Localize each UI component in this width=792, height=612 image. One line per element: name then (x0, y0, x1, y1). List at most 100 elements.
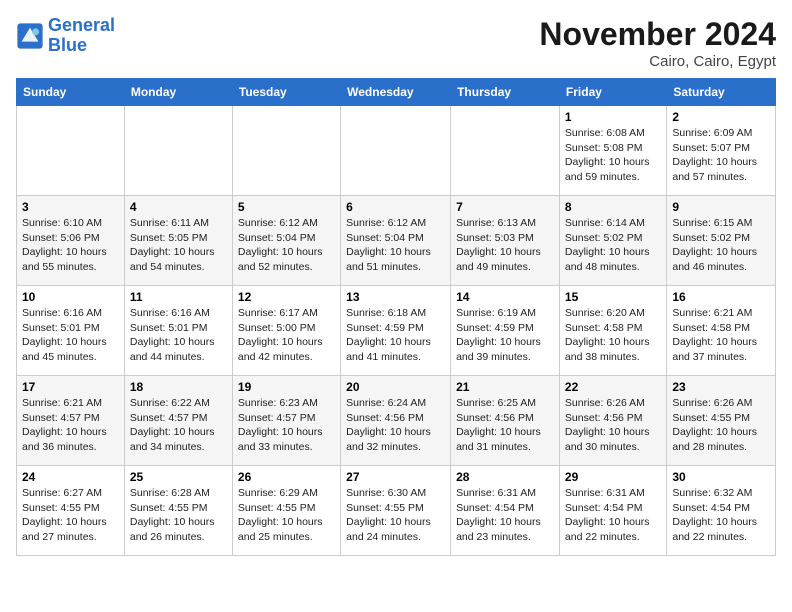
day-number: 12 (238, 290, 335, 304)
day-info: Sunrise: 6:27 AM Sunset: 4:55 PM Dayligh… (22, 486, 119, 545)
day-info: Sunrise: 6:31 AM Sunset: 4:54 PM Dayligh… (456, 486, 554, 545)
calendar-cell: 6 Sunrise: 6:12 AM Sunset: 5:04 PM Daylig… (341, 196, 451, 286)
day-number: 22 (565, 380, 661, 394)
day-number: 4 (130, 200, 227, 214)
weekday-header: Friday (559, 79, 666, 106)
day-info: Sunrise: 6:17 AM Sunset: 5:00 PM Dayligh… (238, 306, 335, 365)
day-info: Sunrise: 6:21 AM Sunset: 4:58 PM Dayligh… (672, 306, 770, 365)
calendar-cell: 27Sunrise: 6:30 AM Sunset: 4:55 PM Dayli… (341, 466, 451, 556)
day-number: 19 (238, 380, 335, 394)
day-info: Sunrise: 6:31 AM Sunset: 4:54 PM Dayligh… (565, 486, 661, 545)
calendar-cell: 1 Sunrise: 6:08 AM Sunset: 5:08 PM Daylig… (559, 106, 666, 196)
day-number: 17 (22, 380, 119, 394)
calendar-cell: 2 Sunrise: 6:09 AM Sunset: 5:07 PM Daylig… (667, 106, 776, 196)
weekday-header: Monday (124, 79, 232, 106)
day-number: 27 (346, 470, 445, 484)
calendar-cell: 3Sunrise: 6:10 AM Sunset: 5:06 PM Daylig… (17, 196, 125, 286)
day-info: Sunrise: 6:26 AM Sunset: 4:56 PM Dayligh… (565, 396, 661, 455)
day-number: 16 (672, 290, 770, 304)
day-info: Sunrise: 6:09 AM Sunset: 5:07 PM Dayligh… (672, 126, 770, 185)
day-number: 5 (238, 200, 335, 214)
day-number: 6 (346, 200, 445, 214)
logo-line1: General (48, 15, 115, 35)
calendar-week-row: 10 Sunrise: 6:16 AM Sunset: 5:01 PM Dayli… (17, 286, 776, 376)
calendar-cell: 16 Sunrise: 6:21 AM Sunset: 4:58 PM Dayli… (667, 286, 776, 376)
day-number: 26 (238, 470, 335, 484)
calendar-week-row: 24Sunrise: 6:27 AM Sunset: 4:55 PM Dayli… (17, 466, 776, 556)
calendar-cell (17, 106, 125, 196)
day-info: Sunrise: 6:25 AM Sunset: 4:56 PM Dayligh… (456, 396, 554, 455)
day-info: Sunrise: 6:32 AM Sunset: 4:54 PM Dayligh… (672, 486, 770, 545)
day-number: 29 (565, 470, 661, 484)
calendar-cell (341, 106, 451, 196)
day-info: Sunrise: 6:12 AM Sunset: 5:04 PM Dayligh… (238, 216, 335, 275)
calendar-cell: 29 Sunrise: 6:31 AM Sunset: 4:54 PM Dayli… (559, 466, 666, 556)
day-info: Sunrise: 6:15 AM Sunset: 5:02 PM Dayligh… (672, 216, 770, 275)
calendar-header-row: SundayMondayTuesdayWednesdayThursdayFrid… (17, 79, 776, 106)
calendar-cell: 8 Sunrise: 6:14 AM Sunset: 5:02 PM Daylig… (559, 196, 666, 286)
weekday-header: Sunday (17, 79, 125, 106)
logo-line2: Blue (48, 35, 87, 55)
day-info: Sunrise: 6:08 AM Sunset: 5:08 PM Dayligh… (565, 126, 661, 185)
day-info: Sunrise: 6:29 AM Sunset: 4:55 PM Dayligh… (238, 486, 335, 545)
calendar-cell: 19 Sunrise: 6:23 AM Sunset: 4:57 PM Dayli… (232, 376, 340, 466)
day-number: 10 (22, 290, 119, 304)
calendar-cell: 13 Sunrise: 6:18 AM Sunset: 4:59 PM Dayli… (341, 286, 451, 376)
day-info: Sunrise: 6:11 AM Sunset: 5:05 PM Dayligh… (130, 216, 227, 275)
day-number: 28 (456, 470, 554, 484)
day-info: Sunrise: 6:23 AM Sunset: 4:57 PM Dayligh… (238, 396, 335, 455)
day-info: Sunrise: 6:26 AM Sunset: 4:55 PM Dayligh… (672, 396, 770, 455)
calendar-cell: 21 Sunrise: 6:25 AM Sunset: 4:56 PM Dayli… (451, 376, 560, 466)
calendar-week-row: 3Sunrise: 6:10 AM Sunset: 5:06 PM Daylig… (17, 196, 776, 286)
day-info: Sunrise: 6:10 AM Sunset: 5:06 PM Dayligh… (22, 216, 119, 275)
day-number: 7 (456, 200, 554, 214)
day-info: Sunrise: 6:21 AM Sunset: 4:57 PM Dayligh… (22, 396, 119, 455)
calendar-cell: 4 Sunrise: 6:11 AM Sunset: 5:05 PM Daylig… (124, 196, 232, 286)
calendar-cell: 18Sunrise: 6:22 AM Sunset: 4:57 PM Dayli… (124, 376, 232, 466)
calendar-cell: 24Sunrise: 6:27 AM Sunset: 4:55 PM Dayli… (17, 466, 125, 556)
month-title: November 2024 (539, 16, 776, 53)
location: Cairo, Cairo, Egypt (539, 53, 776, 70)
calendar-cell: 12 Sunrise: 6:17 AM Sunset: 5:00 PM Dayli… (232, 286, 340, 376)
weekday-header: Thursday (451, 79, 560, 106)
day-number: 30 (672, 470, 770, 484)
day-info: Sunrise: 6:22 AM Sunset: 4:57 PM Dayligh… (130, 396, 227, 455)
day-info: Sunrise: 6:18 AM Sunset: 4:59 PM Dayligh… (346, 306, 445, 365)
calendar-cell: 30 Sunrise: 6:32 AM Sunset: 4:54 PM Dayli… (667, 466, 776, 556)
day-info: Sunrise: 6:13 AM Sunset: 5:03 PM Dayligh… (456, 216, 554, 275)
day-number: 11 (130, 290, 227, 304)
calendar-cell (232, 106, 340, 196)
day-number: 2 (672, 110, 770, 124)
page-header: General Blue November 2024 Cairo, Cairo,… (16, 16, 776, 70)
day-number: 23 (672, 380, 770, 394)
day-info: Sunrise: 6:14 AM Sunset: 5:02 PM Dayligh… (565, 216, 661, 275)
day-number: 25 (130, 470, 227, 484)
day-number: 1 (565, 110, 661, 124)
calendar-cell: 10 Sunrise: 6:16 AM Sunset: 5:01 PM Dayli… (17, 286, 125, 376)
calendar-cell: 11 Sunrise: 6:16 AM Sunset: 5:01 PM Dayli… (124, 286, 232, 376)
weekday-header: Saturday (667, 79, 776, 106)
day-info: Sunrise: 6:16 AM Sunset: 5:01 PM Dayligh… (22, 306, 119, 365)
weekday-header: Tuesday (232, 79, 340, 106)
calendar-cell: 5 Sunrise: 6:12 AM Sunset: 5:04 PM Daylig… (232, 196, 340, 286)
day-number: 20 (346, 380, 445, 394)
calendar-week-row: 17 Sunrise: 6:21 AM Sunset: 4:57 PM Dayli… (17, 376, 776, 466)
calendar-cell: 22 Sunrise: 6:26 AM Sunset: 4:56 PM Dayli… (559, 376, 666, 466)
calendar-cell (124, 106, 232, 196)
day-info: Sunrise: 6:16 AM Sunset: 5:01 PM Dayligh… (130, 306, 227, 365)
logo-icon (16, 22, 44, 50)
calendar-cell: 20Sunrise: 6:24 AM Sunset: 4:56 PM Dayli… (341, 376, 451, 466)
weekday-header: Wednesday (341, 79, 451, 106)
logo: General Blue (16, 16, 115, 56)
calendar-cell: 9Sunrise: 6:15 AM Sunset: 5:02 PM Daylig… (667, 196, 776, 286)
calendar-table: SundayMondayTuesdayWednesdayThursdayFrid… (16, 78, 776, 556)
day-number: 8 (565, 200, 661, 214)
day-number: 21 (456, 380, 554, 394)
calendar-cell: 15Sunrise: 6:20 AM Sunset: 4:58 PM Dayli… (559, 286, 666, 376)
day-info: Sunrise: 6:12 AM Sunset: 5:04 PM Dayligh… (346, 216, 445, 275)
day-number: 15 (565, 290, 661, 304)
day-number: 13 (346, 290, 445, 304)
day-info: Sunrise: 6:19 AM Sunset: 4:59 PM Dayligh… (456, 306, 554, 365)
calendar-cell (451, 106, 560, 196)
calendar-body: 1 Sunrise: 6:08 AM Sunset: 5:08 PM Daylig… (17, 106, 776, 556)
